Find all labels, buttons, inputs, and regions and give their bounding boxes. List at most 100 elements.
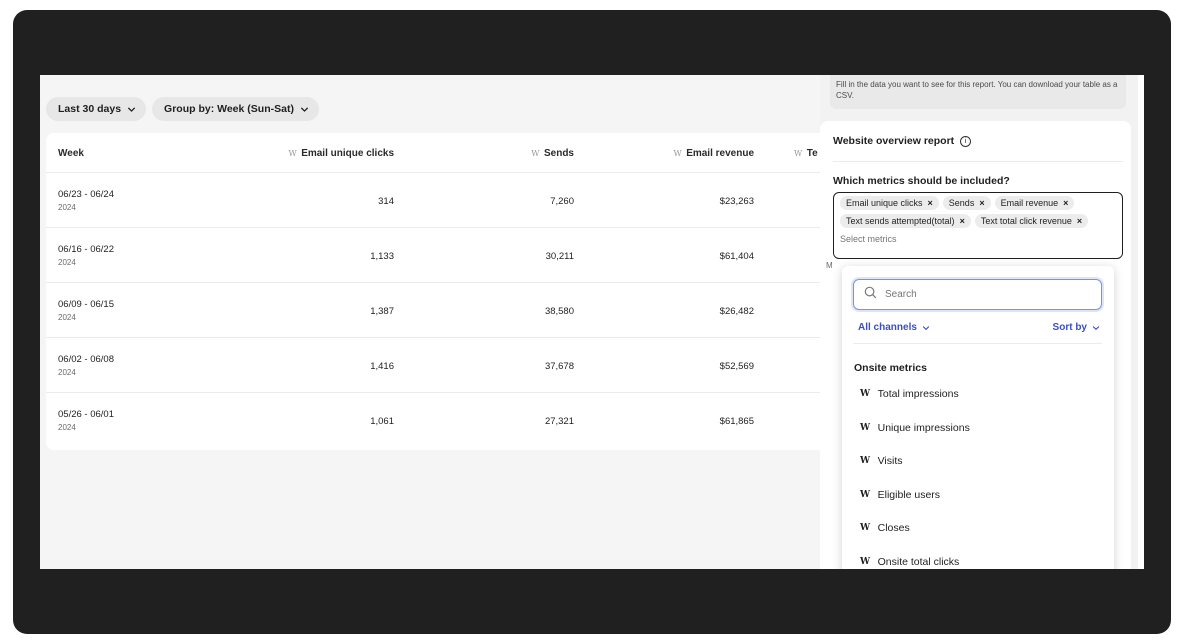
- week-range: 06/16 - 06/22: [58, 244, 114, 255]
- week-range: 05/26 - 06/01: [58, 409, 114, 420]
- metric-logo-icon: W: [860, 523, 870, 533]
- metrics-question: Which metrics should be included?: [833, 175, 1010, 187]
- column-header-label: Week: [58, 148, 84, 159]
- group-by-dropdown[interactable]: Group by: Week (Sun-Sat): [152, 97, 319, 121]
- clicks-value: 1,061: [370, 416, 394, 427]
- chip-label: Text sends attempted(total): [846, 216, 955, 226]
- week-year: 2024: [58, 368, 76, 377]
- week-range: 06/09 - 06/15: [58, 299, 114, 310]
- week-range: 06/02 - 06/08: [58, 354, 114, 365]
- revenue-value: $26,482: [719, 306, 754, 317]
- chip-label: Sends: [948, 198, 975, 208]
- group-by-label: Group by: Week (Sun-Sat): [164, 103, 294, 115]
- search-input[interactable]: [885, 289, 1085, 300]
- close-icon[interactable]: ×: [979, 198, 984, 208]
- search-field[interactable]: [853, 279, 1102, 310]
- column-header-label: Email revenue: [686, 148, 754, 159]
- week-cell: 06/23 - 06/24 2024: [58, 189, 114, 212]
- clicks-value: 1,133: [370, 251, 394, 262]
- date-range-dropdown[interactable]: Last 30 days: [46, 97, 147, 121]
- clicks-value: 1,387: [370, 306, 394, 317]
- option-label: Eligible users: [877, 489, 941, 501]
- table-row: 06/16 - 06/22 2024 1,133 30,211 $61,404: [46, 228, 836, 283]
- option-label: Unique impressions: [877, 422, 970, 434]
- week-year: 2024: [58, 313, 76, 322]
- column-header-text-partial[interactable]: W Te: [794, 148, 818, 159]
- column-header-label: Email unique clicks: [301, 148, 394, 159]
- chevron-down-icon: [1092, 324, 1100, 332]
- close-icon[interactable]: ×: [1063, 198, 1068, 208]
- week-cell: 05/26 - 06/01 2024: [58, 409, 114, 432]
- column-header-label: Te: [806, 148, 818, 159]
- sends-value: 27,321: [544, 416, 574, 427]
- metrics-dropdown: All channels Sort by Onsite metrics W To…: [842, 266, 1114, 569]
- column-header-email-revenue[interactable]: W Email revenue: [673, 148, 754, 159]
- sends-value: 37,678: [544, 361, 574, 372]
- table-row: 06/23 - 06/24 2024 314 7,260 $23,263: [46, 173, 836, 228]
- metric-chip: Text sends attempted(total) ×: [840, 214, 971, 228]
- column-header-sends[interactable]: W Sends: [531, 148, 574, 159]
- column-header-week[interactable]: Week: [58, 148, 84, 159]
- metric-chip: Text total click revenue ×: [974, 214, 1089, 228]
- metrics-multiselect[interactable]: Email unique clicks × Sends × Email reve…: [833, 192, 1123, 259]
- close-icon[interactable]: ×: [1077, 216, 1082, 226]
- metric-logo-icon: W: [860, 557, 870, 567]
- week-year: 2024: [58, 423, 76, 432]
- option-label: Closes: [877, 522, 910, 534]
- metric-logo-icon: W: [673, 149, 682, 158]
- channels-filter-button[interactable]: All channels: [858, 322, 930, 333]
- instructions-text: Fill in the data you want to see for thi…: [836, 80, 1118, 100]
- week-range: 06/23 - 06/24: [58, 189, 114, 200]
- option-label: Visits: [877, 455, 903, 467]
- chevron-down-icon: [300, 105, 309, 114]
- metric-chip: Email revenue ×: [994, 196, 1075, 210]
- metric-option[interactable]: W Closes: [860, 522, 910, 534]
- metric-option[interactable]: W Unique impressions: [860, 422, 970, 434]
- metric-option[interactable]: W Onsite total clicks: [860, 556, 959, 568]
- date-range-label: Last 30 days: [58, 103, 122, 115]
- select-metrics-input[interactable]: [840, 232, 940, 246]
- clicks-value: 1,416: [370, 361, 394, 372]
- metric-chip: Sends ×: [942, 196, 991, 210]
- info-icon[interactable]: i: [960, 135, 972, 147]
- metric-option[interactable]: W Eligible users: [860, 489, 940, 501]
- search-icon: [864, 286, 877, 304]
- metric-option[interactable]: W Total impressions: [860, 388, 959, 400]
- close-icon[interactable]: ×: [960, 216, 965, 226]
- sends-value: 38,580: [544, 306, 574, 317]
- table-header: Week W Email unique clicks W Sends W Ema…: [46, 133, 836, 173]
- channels-filter-label: All channels: [858, 322, 917, 333]
- instructions-box: Fill in the data you want to see for thi…: [830, 75, 1126, 109]
- table-row: 06/02 - 06/08 2024 1,416 37,678 $52,569: [46, 338, 836, 393]
- metric-logo-icon: W: [860, 423, 870, 433]
- chevron-down-icon: [127, 105, 136, 114]
- table-row: 05/26 - 06/01 2024 1,061 27,321 $61,865: [46, 393, 836, 448]
- report-table: Week W Email unique clicks W Sends W Ema…: [46, 133, 836, 450]
- sends-value: 7,260: [550, 196, 574, 207]
- truncated-label: M: [826, 261, 833, 270]
- metric-logo-icon: W: [860, 456, 870, 466]
- revenue-value: $23,263: [719, 196, 754, 207]
- chip-label: Text total click revenue: [980, 216, 1072, 226]
- metric-option[interactable]: W Visits: [860, 455, 903, 467]
- sort-by-label: Sort by: [1052, 322, 1087, 333]
- report-title: Website overview report i: [833, 135, 972, 147]
- close-icon[interactable]: ×: [928, 198, 933, 208]
- panel-scrollbar[interactable]: [1138, 75, 1144, 569]
- revenue-value: $52,569: [719, 361, 754, 372]
- week-cell: 06/02 - 06/08 2024: [58, 354, 114, 377]
- sort-by-button[interactable]: Sort by: [1053, 322, 1100, 333]
- week-year: 2024: [58, 203, 76, 212]
- app-screen: Last 30 days Group by: Week (Sun-Sat) We…: [40, 75, 1144, 569]
- filter-bar: Last 30 days Group by: Week (Sun-Sat): [46, 97, 319, 121]
- metric-logo-icon: W: [794, 149, 802, 158]
- option-label: Onsite total clicks: [877, 556, 960, 568]
- sends-value: 30,211: [545, 251, 574, 262]
- column-header-email-unique-clicks[interactable]: W Email unique clicks: [288, 148, 394, 159]
- metric-logo-icon: W: [860, 389, 870, 399]
- revenue-value: $61,865: [719, 416, 754, 427]
- group-title: Onsite metrics: [854, 362, 927, 374]
- metric-chip: Email unique clicks ×: [840, 196, 939, 210]
- table-row: 06/09 - 06/15 2024 1,387 38,580 $26,482: [46, 283, 836, 338]
- week-cell: 06/09 - 06/15 2024: [58, 299, 114, 322]
